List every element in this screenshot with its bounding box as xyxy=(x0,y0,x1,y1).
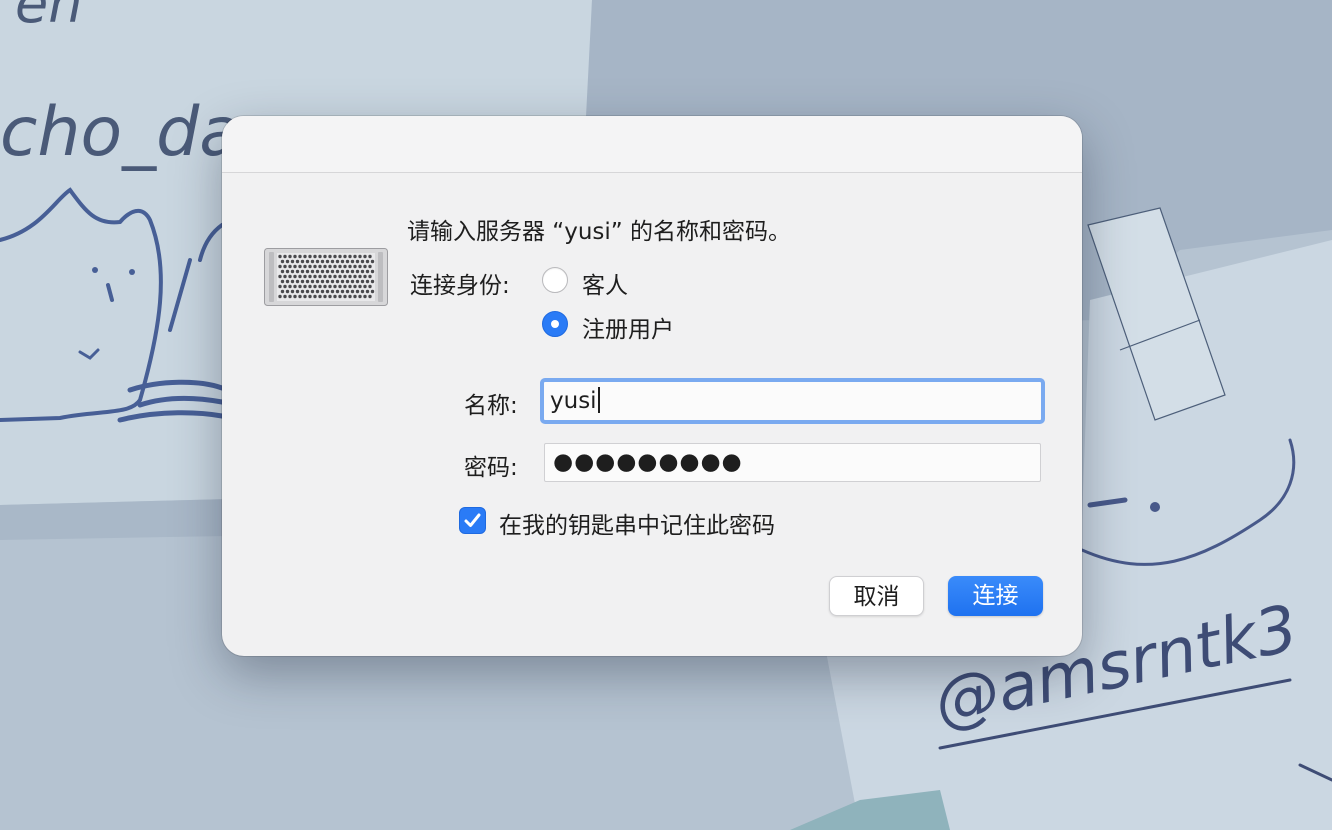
remember-password-checkbox[interactable] xyxy=(459,507,486,534)
radio-registered-user[interactable] xyxy=(542,311,568,337)
remember-password-label[interactable]: 在我的钥匙串中记住此密码 xyxy=(499,506,775,540)
radio-guest[interactable] xyxy=(542,267,568,293)
name-field-value: yusi xyxy=(550,388,597,414)
radio-registered-user-label[interactable]: 注册用户 xyxy=(582,310,674,344)
name-label: 名称: xyxy=(464,393,518,419)
name-field[interactable]: yusi xyxy=(540,378,1045,424)
password-field-value: ●●●●●●●●● xyxy=(553,449,743,475)
wallpaper-text-top-partial: en xyxy=(15,0,82,35)
connect-as-label: 连接身份: xyxy=(410,273,510,299)
checkmark-icon xyxy=(464,513,481,527)
connect-button[interactable]: 连接 xyxy=(948,576,1043,616)
radio-selected-dot xyxy=(551,320,559,328)
password-field[interactable]: ●●●●●●●●● xyxy=(544,443,1041,482)
dialog-titlebar xyxy=(222,116,1082,173)
login-dialog: 请输入服务器 “yusi” 的名称和密码。 连接身份: 客人 注册用户 名称: … xyxy=(222,116,1082,656)
wallpaper-text-top: cho_da xyxy=(0,93,241,172)
password-label: 密码: xyxy=(464,455,518,481)
cancel-button[interactable]: 取消 xyxy=(829,576,924,616)
text-caret xyxy=(597,386,600,413)
radio-guest-label[interactable]: 客人 xyxy=(582,266,628,300)
prompt-text: 请输入服务器 “yusi” 的名称和密码。 xyxy=(407,219,792,245)
server-icon xyxy=(264,248,388,306)
